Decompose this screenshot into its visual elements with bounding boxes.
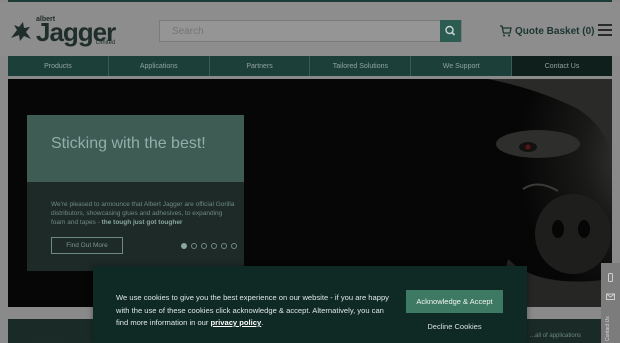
slider-dot[interactable] [231,243,237,249]
page: albert Jagger Limited Quote Basket (0) [0,0,620,343]
search-bar [159,20,462,42]
applications-panel-text: ...all of applications [530,333,582,339]
slider-dot[interactable] [201,243,207,249]
search-input[interactable] [160,21,442,41]
quote-basket-label: Quote Basket (0) [515,25,595,37]
phone-icon [608,273,613,282]
contact-us-side-label: Contact Us [605,316,611,341]
hero-card: Sticking with the best! We're pleased to… [27,115,244,271]
search-icon [445,25,456,36]
cookie-banner: We use cookies to give you the best expe… [93,266,527,343]
cookie-message: We use cookies to give you the best expe… [116,292,390,330]
accept-cookies-button[interactable]: Acknowledge & Accept [406,290,503,313]
header: albert Jagger Limited Quote Basket (0) [0,2,620,56]
hero-title: Sticking with the best! [51,135,206,152]
main-nav: Products Applications Partners Tailored … [8,56,612,76]
slider-dot[interactable] [211,243,217,249]
contact-side-tab[interactable]: Contact Us [601,263,620,343]
find-out-more-button[interactable]: Find Out More [51,237,123,254]
cart-icon [500,25,512,37]
slider-dot[interactable] [191,243,197,249]
decline-cookies-button[interactable]: Decline Cookies [406,318,503,334]
cookie-message-suffix: . [261,318,264,327]
applications-panel [526,319,612,343]
logo-sub-text: Limited [96,40,116,46]
nav-item-products[interactable]: Products [8,56,109,76]
nav-item-we-support[interactable]: We Support [411,56,513,76]
hamburger-menu-icon[interactable] [598,24,612,38]
privacy-policy-link[interactable]: privacy policy [211,318,262,327]
slider-dot[interactable] [221,243,227,249]
mail-icon [606,293,615,300]
slider-dots [181,243,237,249]
nav-item-applications[interactable]: Applications [108,56,210,76]
search-button[interactable] [440,20,461,42]
hero-text-bold: the tough just got tougher [101,219,183,226]
quote-basket-link[interactable]: Quote Basket (0) [499,24,594,38]
search-our-heading: Search Our [27,330,98,343]
nav-item-tailored-solutions[interactable]: Tailored Solutions [310,56,412,76]
nav-item-partners[interactable]: Partners [209,56,311,76]
gorilla-logo-icon [11,22,31,41]
logo[interactable]: albert Jagger Limited [8,14,118,48]
nav-item-contact-us[interactable]: Contact Us [512,56,612,76]
slider-dot[interactable] [181,243,187,249]
hero-text: We're pleased to announce that Albert Ja… [51,200,237,227]
